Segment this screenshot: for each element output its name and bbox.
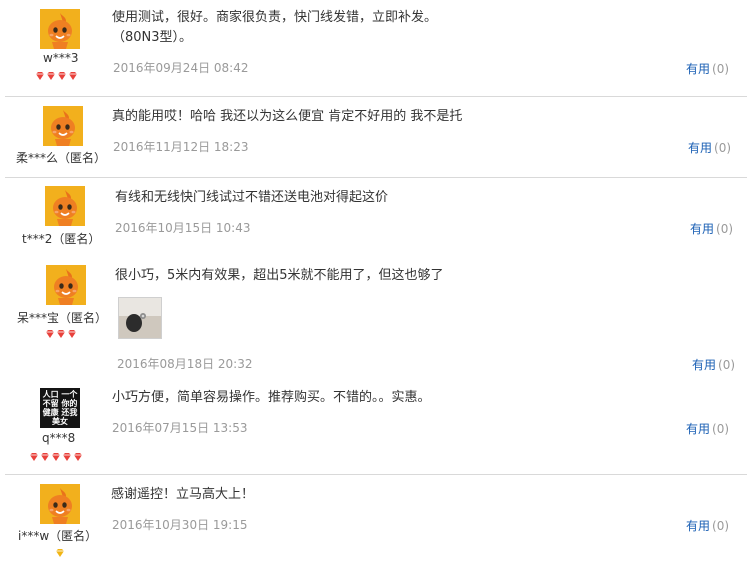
user-avatar[interactable]: 人口 一个不留 你的健康 还我美女 [40, 388, 80, 428]
username: 柔***么（匿名） [16, 151, 107, 165]
useful-count: (0) [718, 358, 736, 372]
review-date: 2016年07月15日 13:53 [112, 421, 248, 435]
useful-count: (0) [712, 519, 730, 533]
mascot-icon [40, 484, 80, 524]
review-photo-thumbnail[interactable] [118, 297, 162, 339]
diamond-icon [46, 71, 56, 81]
diamond-icon [73, 452, 83, 462]
review-date: 2016年09月24日 08:42 [113, 61, 249, 75]
username: t***2（匿名） [22, 232, 101, 246]
useful-label[interactable]: 有用 [686, 519, 710, 533]
useful-button[interactable]: 有用 (0) [690, 220, 733, 237]
review-content: 使用测试，很好。商家很负责，快门线发错，立即补发。 （80N3型）。 [112, 8, 437, 48]
useful-button[interactable]: 有用 (0) [686, 420, 729, 437]
useful-button[interactable]: 有用 (0) [686, 517, 729, 534]
review-item: 呆***宝（匿名） 很小巧，5米内有效果，超出5米就不能用了，但这也够了 201… [0, 258, 750, 378]
review-item: 柔***么（匿名） 真的能用哎！哈哈 我还以为这么便宜 肯定不好用的 我不是托 … [0, 97, 750, 177]
diamond-icon [67, 329, 77, 339]
review-content: 小巧方便，简单容易操作。推荐购买。不错的。。实惠。 [112, 388, 431, 408]
useful-label[interactable]: 有用 [688, 141, 712, 155]
gold-diamond-icon [55, 548, 65, 558]
review-content-line: 感谢遥控！立马高大上！ [111, 487, 255, 502]
useful-count: (0) [712, 422, 730, 436]
review-item: w***3 使用测试，很好。商家很负责，快门线发错，立即补发。 （80N3型）。… [0, 0, 750, 96]
review-content-line: 真的能用哎！哈哈 我还以为这么便宜 肯定不好用的 我不是托 [112, 109, 463, 124]
useful-button[interactable]: 有用 (0) [686, 60, 729, 77]
useful-label[interactable]: 有用 [686, 62, 710, 76]
mascot-icon [45, 186, 85, 226]
diamond-icon [45, 329, 55, 339]
useful-count: (0) [714, 141, 732, 155]
review-content: 很小巧，5米内有效果，超出5米就不能用了，但这也够了 [115, 266, 444, 286]
photo-image [119, 298, 161, 338]
review-content-line: 有线和无线快门线试过不错还送电池对得起这价 [115, 190, 389, 205]
review-date: 2016年10月30日 19:15 [112, 518, 248, 532]
mascot-icon [43, 106, 83, 146]
review-item: t***2（匿名） 有线和无线快门线试过不错还送电池对得起这价 2016年10月… [0, 178, 750, 258]
review-date: 2016年11月12日 18:23 [113, 140, 249, 154]
useful-label[interactable]: 有用 [690, 222, 714, 236]
user-avatar[interactable] [45, 186, 85, 226]
user-avatar[interactable] [46, 265, 86, 305]
diamond-icon [40, 452, 50, 462]
user-level-badges [45, 329, 78, 341]
username: q***8 [42, 431, 76, 445]
user-level-badges [55, 548, 66, 560]
review-item: i***w（匿名） 感谢遥控！立马高大上！ 2016年10月30日 19:15 … [0, 475, 750, 568]
user-level-badges [29, 452, 84, 464]
review-content-line: 小巧方便，简单容易操作。推荐购买。不错的。。实惠。 [112, 390, 431, 405]
useful-button[interactable]: 有用 (0) [692, 356, 735, 373]
user-avatar[interactable] [43, 106, 83, 146]
useful-label[interactable]: 有用 [686, 422, 710, 436]
username: w***3 [43, 51, 79, 65]
username: 呆***宝（匿名） [17, 311, 108, 325]
user-avatar[interactable] [40, 484, 80, 524]
review-item: 人口 一个不留 你的健康 还我美女 q***8 小巧方便，简单容易操作。推荐购买… [0, 380, 750, 475]
review-content-line: 很小巧，5米内有效果，超出5米就不能用了，但这也够了 [115, 268, 444, 283]
diamond-icon [35, 71, 45, 81]
diamond-icon [51, 452, 61, 462]
review-content: 真的能用哎！哈哈 我还以为这么便宜 肯定不好用的 我不是托 [112, 107, 462, 127]
useful-button[interactable]: 有用 (0) [688, 139, 731, 156]
useful-count: (0) [716, 222, 734, 236]
username: i***w（匿名） [18, 529, 98, 543]
diamond-icon [56, 329, 66, 339]
mascot-icon [46, 265, 86, 305]
diamond-icon [57, 71, 67, 81]
diamond-icon [29, 452, 39, 462]
review-content-line: 使用测试，很好。商家很负责，快门线发错，立即补发。 [112, 10, 438, 25]
diamond-icon [68, 71, 78, 81]
mascot-icon [40, 9, 80, 49]
review-content-line: （80N3型）。 [112, 30, 193, 45]
diamond-icon [62, 452, 72, 462]
user-avatar[interactable] [40, 9, 80, 49]
review-date: 2016年10月15日 10:43 [115, 221, 251, 235]
avatar-text-image: 人口 一个不留 你的健康 还我美女 [42, 390, 78, 426]
useful-label[interactable]: 有用 [692, 358, 716, 372]
review-content: 有线和无线快门线试过不错还送电池对得起这价 [115, 188, 388, 208]
review-content: 感谢遥控！立马高大上！ [111, 485, 254, 505]
useful-count: (0) [712, 62, 730, 76]
review-date: 2016年08月18日 20:32 [117, 357, 253, 371]
user-level-badges [35, 71, 79, 83]
